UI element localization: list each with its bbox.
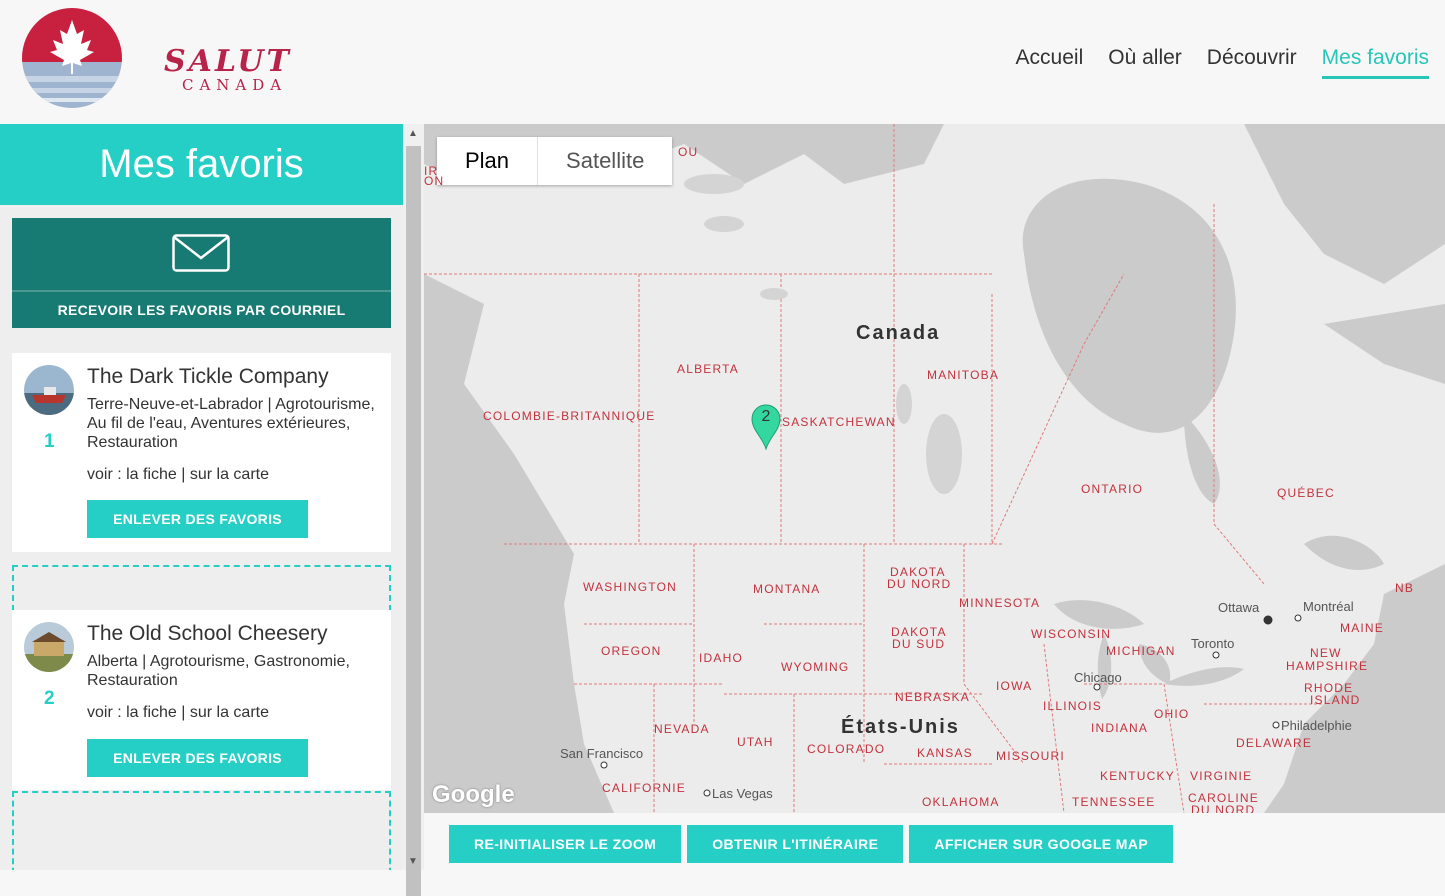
map-region-label: SASKATCHEWAN — [782, 415, 896, 429]
map-city-label: Montréal — [1303, 599, 1354, 614]
map-plan-button[interactable]: Plan — [437, 137, 537, 185]
brand-subname: CANADA — [182, 76, 288, 94]
drop-zone — [12, 565, 391, 611]
favorite-meta: Alberta | Agrotourisme, Gastronomie, Res… — [87, 653, 350, 689]
map-region-label: OHIO — [1154, 707, 1190, 721]
remove-favorite-button[interactable]: ENLEVER DES FAVORIS — [87, 500, 308, 538]
nav-decouvrir[interactable]: Découvrir — [1207, 46, 1297, 79]
favorite-meta: Terre-Neuve-et-Labrador | Agrotourisme, … — [87, 396, 375, 451]
map-region-label: MISSOURI — [996, 749, 1065, 763]
favorite-number: 1 — [44, 431, 55, 452]
map-city-label: Toronto — [1191, 636, 1235, 651]
map-region-label: COLORADO — [807, 742, 886, 756]
map-region-label: VIRGINIE — [1190, 769, 1253, 783]
map-region-label: IOWA — [996, 679, 1033, 693]
favorite-name[interactable]: The Old School Cheesery — [87, 622, 327, 646]
map-marker[interactable]: 2 — [751, 404, 781, 451]
map-region-label: CALIFORNIE — [602, 781, 687, 795]
remove-favorite-button[interactable]: ENLEVER DES FAVORIS — [87, 739, 308, 777]
map-city-label: Las Vegas — [712, 786, 773, 801]
map-region-label: MICHIGAN — [1106, 644, 1176, 658]
favorite-links[interactable]: voir : la fiche | sur la carte — [87, 466, 269, 484]
nav-accueil[interactable]: Accueil — [1016, 46, 1084, 79]
main-nav: Accueil Où aller Découvrir Mes favoris — [991, 46, 1429, 79]
map-region-label: KANSAS — [917, 746, 973, 760]
favorite-card: 1 The Dark Tickle Company Terre-Neuve-et… — [12, 353, 391, 552]
favorite-card: 2 The Old School Cheesery Alberta | Agro… — [12, 610, 391, 790]
map-region-label: INDIANA — [1091, 721, 1149, 735]
map-country-label: États-Unis — [841, 716, 960, 738]
map-region-label: MAINE — [1340, 621, 1385, 635]
map-region-label: WISCONSIN — [1031, 627, 1112, 641]
map-region-label: WASHINGTON — [583, 580, 678, 594]
map-type-toggle: Plan Satellite — [437, 137, 673, 185]
map-region-label: ILLINOIS — [1043, 699, 1102, 713]
map-region-label: MANITOBA — [927, 368, 1000, 382]
scroll-thumb[interactable] — [406, 146, 421, 896]
map-region-label: HAMPSHIRE — [1286, 659, 1369, 673]
map-country-label: Canada — [856, 322, 941, 344]
sidebar-scrollbar[interactable]: ▲ ▼ — [403, 124, 424, 896]
map-region-label: OREGON — [601, 644, 662, 658]
favorite-name[interactable]: The Dark Tickle Company — [87, 365, 329, 389]
map-region-label: ALBERTA — [677, 362, 739, 376]
map-region-label: MONTANA — [753, 582, 821, 596]
nav-ou-aller[interactable]: Où aller — [1108, 46, 1182, 79]
map-region-label: NEVADA — [654, 722, 710, 736]
map-region-label: KENTUCKY — [1100, 769, 1175, 783]
maple-leaf-logo-icon — [22, 8, 122, 108]
scroll-up-icon[interactable]: ▲ — [408, 128, 418, 139]
avatar — [24, 622, 74, 672]
map-region-label: ISLAND — [1310, 693, 1361, 707]
map-base-icon — [424, 124, 1445, 813]
map-region-label: DELAWARE — [1236, 736, 1313, 750]
map-region-label: WYOMING — [781, 660, 850, 674]
email-divider — [12, 290, 391, 292]
map-region-label: TENNESSEE — [1072, 795, 1156, 809]
map-region-label: QUÉBEC — [1277, 486, 1335, 500]
nav-mes-favoris[interactable]: Mes favoris — [1321, 46, 1429, 79]
map-region-label: ON — [424, 174, 445, 188]
map-region-label: UTAH — [737, 735, 774, 749]
email-favorites-button[interactable]: RECEVOIR LES FAVORIS PAR COURRIEL — [12, 218, 391, 328]
map-region-label: COLOMBIE-BRITANNIQUE — [483, 409, 656, 423]
favorite-number: 2 — [44, 688, 55, 709]
open-google-map-button[interactable]: AFFICHER SUR GOOGLE MAP — [909, 825, 1174, 863]
avatar — [24, 365, 74, 415]
email-label: RECEVOIR LES FAVORIS PAR COURRIEL — [57, 302, 346, 318]
brand-name: SALUT — [164, 44, 292, 79]
reset-zoom-button[interactable]: RE-INITIALISER LE ZOOM — [449, 825, 682, 863]
envelope-icon — [172, 234, 230, 272]
map-city-label: Ottawa — [1218, 600, 1260, 615]
scroll-down-icon[interactable]: ▼ — [408, 856, 418, 867]
get-itinerary-button[interactable]: OBTENIR L'ITINÉRAIRE — [687, 825, 904, 863]
brand-logo[interactable]: SALUT CANADA — [20, 6, 289, 110]
favorite-links[interactable]: voir : la fiche | sur la carte — [87, 704, 269, 722]
map-region-label: OU — [678, 145, 699, 159]
map-city-label: Chicago — [1074, 670, 1122, 685]
sidebar-title: Mes favoris — [0, 124, 403, 205]
map-actions: RE-INITIALISER LE ZOOM OBTENIR L'ITINÉRA… — [449, 825, 1174, 863]
favorites-sidebar: Mes favoris RECEVOIR LES FAVORIS PAR COU… — [0, 124, 403, 870]
map-region-label: ONTARIO — [1081, 482, 1144, 496]
map-region-label: NEW — [1310, 646, 1342, 660]
map-satellite-button[interactable]: Satellite — [537, 137, 672, 185]
map-region-label: OKLAHOMA — [922, 795, 1000, 809]
map-region-label: NEBRASKA — [895, 690, 970, 704]
drop-zone — [12, 791, 391, 870]
map-view[interactable]: Plan Satellite Canada États-Unis COLOMBI… — [424, 124, 1445, 813]
map-region-label: IDAHO — [699, 651, 744, 665]
map-region-label: NB — [1395, 581, 1415, 595]
map-marker-label: 2 — [761, 408, 771, 425]
map-region-label: MINNESOTA — [959, 596, 1041, 610]
map-city-label: Philadelphie — [1281, 718, 1352, 733]
map-region-label: DU NORD — [887, 577, 952, 591]
site-header: SALUT CANADA Accueil Où aller Découvrir … — [0, 0, 1445, 124]
google-logo: Google — [432, 781, 515, 808]
map-region-label: DU NORD — [1191, 803, 1256, 813]
map-region-label: DU SUD — [892, 637, 946, 651]
map-city-label: San Francisco — [560, 746, 644, 761]
